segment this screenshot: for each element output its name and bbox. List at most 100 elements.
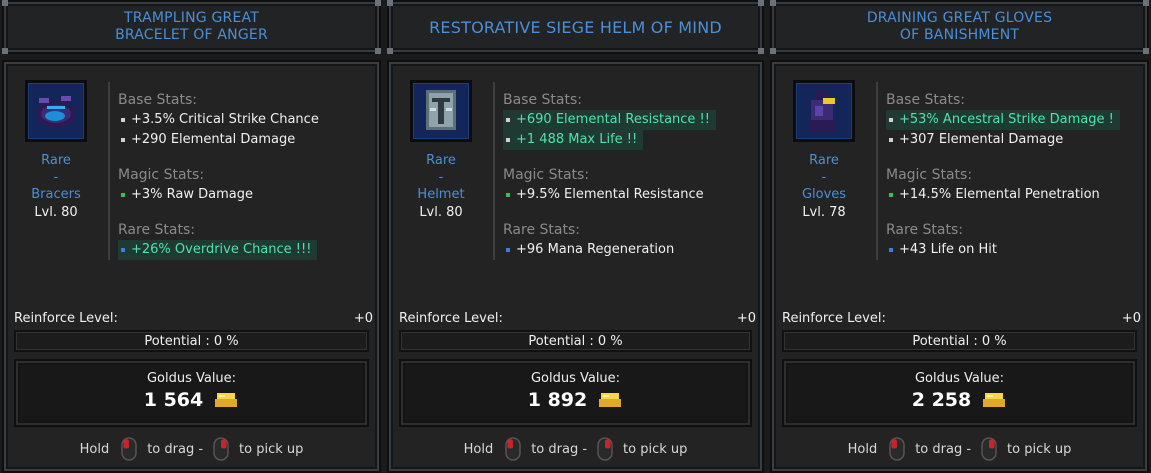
base-stats-header: Base Stats: [503, 92, 582, 108]
rarity-separator: - [53, 170, 59, 185]
base-stat-highlighted: +1 488 Max Life !! [503, 130, 644, 150]
magic-stat: +14.5% Elemental Penetration [886, 185, 1141, 205]
bullet-icon [506, 138, 510, 142]
magic-stats-header: Magic Stats: [118, 167, 205, 183]
goldus-value-panel: Goldus Value: 2 258 [782, 359, 1137, 427]
reinforce-label: Reinforce Level: [782, 311, 886, 326]
goldus-label: Goldus Value: [530, 371, 621, 386]
mouse-right-click-icon [597, 437, 613, 461]
reinforce-value: +0 [1121, 311, 1141, 326]
goldus-value-panel: Goldus Value: 1 564 [14, 359, 369, 427]
goldus-value-panel: Goldus Value: 1 892 [399, 359, 752, 427]
reinforce-row: Reinforce Level: +0 [782, 311, 1141, 326]
item-rarity: Rare [426, 153, 456, 168]
item-rarity: Rare [809, 153, 839, 168]
gloves-icon [797, 84, 851, 138]
controls-hint: Hold to drag - to pick up [4, 437, 379, 461]
goldus-label: Goldus Value: [146, 371, 237, 386]
item-type: Gloves [801, 187, 847, 202]
goldus-amount: 2 258 [911, 389, 972, 411]
item-summary: Rare - Helmet Lvl. 80 [409, 80, 473, 222]
bullet-icon [121, 118, 125, 122]
reinforce-label: Reinforce Level: [14, 311, 118, 326]
item-icon-slot[interactable] [793, 80, 855, 142]
item-title-panel: TRAMPLING GREAT BRACELET OF ANGER [2, 0, 381, 54]
item-summary: Rare - Gloves Lvl. 78 [792, 80, 856, 222]
item-tooltip-gloves: DRAINING GREAT GLOVES OF BANISHMENT Rare… [768, 0, 1151, 473]
bullet-icon [506, 193, 510, 197]
rarity-separator: - [438, 170, 444, 185]
item-icon-slot[interactable] [410, 80, 472, 142]
rare-stat: +96 Mana Regeneration [503, 240, 756, 260]
hint-pick: to pick up [1007, 441, 1072, 457]
divider [876, 82, 878, 260]
base-stat: +290 Elemental Damage [118, 130, 373, 150]
rare-stat: +43 Life on Hit [886, 240, 1141, 260]
hint-drag: to drag - [531, 441, 588, 457]
potential-text: Potential : 0 % [528, 333, 623, 349]
base-stat: +3.5% Critical Strike Chance [118, 110, 373, 130]
stats-list: Base Stats: +53% Ancestral Strike Damage… [886, 90, 1141, 260]
bullet-icon [506, 248, 510, 252]
item-tooltip-bracers: TRAMPLING GREAT BRACELET OF ANGER Rare -… [0, 0, 383, 473]
gold-bar-icon [599, 393, 622, 407]
reinforce-value: +0 [353, 311, 373, 326]
bullet-icon [121, 193, 125, 197]
stats-list: Base Stats: +3.5% Critical Strike Chance… [118, 90, 373, 260]
item-title: RESTORATIVE SIEGE HELM OF MIND [429, 17, 722, 37]
controls-hint: Hold to drag - to pick up [772, 437, 1147, 461]
controls-hint: Hold to drag - to pick up [389, 437, 762, 461]
reinforce-value: +0 [736, 311, 756, 326]
potential-bar: Potential : 0 % [14, 330, 369, 352]
bullet-icon [121, 248, 125, 252]
reinforce-label: Reinforce Level: [399, 311, 503, 326]
base-stat-highlighted: +690 Elemental Resistance !! [503, 110, 716, 130]
potential-text: Potential : 0 % [912, 333, 1007, 349]
item-title: TRAMPLING GREAT BRACELET OF ANGER [115, 10, 268, 43]
stats-list: Base Stats: +690 Elemental Resistance !!… [503, 90, 756, 260]
item-level: Lvl. 80 [419, 205, 463, 220]
hint-hold: Hold [79, 441, 110, 457]
gold-bar-icon [215, 393, 238, 407]
hint-pick: to pick up [623, 441, 688, 457]
magic-stat: +9.5% Elemental Resistance [503, 185, 756, 205]
mouse-left-click-icon [121, 437, 137, 461]
potential-text: Potential : 0 % [144, 333, 239, 349]
bullet-icon [889, 118, 893, 122]
item-level: Lvl. 80 [34, 205, 78, 220]
divider [108, 82, 110, 260]
mouse-right-click-icon [981, 437, 997, 461]
hint-hold: Hold [847, 441, 878, 457]
goldus-amount: 1 564 [143, 389, 204, 411]
item-details-panel: Rare - Helmet Lvl. 80 Base Stats: +690 E… [387, 60, 764, 473]
item-icon-slot[interactable] [25, 80, 87, 142]
magic-stats-header: Magic Stats: [503, 167, 590, 183]
helmet-icon [414, 84, 468, 138]
goldus-label: Goldus Value: [914, 371, 1005, 386]
base-stats-header: Base Stats: [886, 92, 965, 108]
item-summary: Rare - Bracers Lvl. 80 [24, 80, 88, 222]
bullet-icon [889, 138, 893, 142]
item-level: Lvl. 78 [802, 205, 846, 220]
item-type: Bracers [31, 187, 81, 202]
rare-stat-highlighted: +26% Overdrive Chance !!! [118, 240, 318, 260]
reinforce-row: Reinforce Level: +0 [399, 311, 756, 326]
rare-stats-header: Rare Stats: [503, 222, 580, 238]
item-title-panel: DRAINING GREAT GLOVES OF BANISHMENT [770, 0, 1149, 54]
rare-stats-header: Rare Stats: [886, 222, 963, 238]
gold-bar-icon [983, 393, 1006, 407]
item-tooltip-helmet: RESTORATIVE SIEGE HELM OF MIND Rare - He… [385, 0, 766, 473]
rarity-separator: - [821, 170, 827, 185]
item-details-panel: Rare - Bracers Lvl. 80 Base Stats: +3.5%… [2, 60, 381, 473]
bullet-icon [889, 248, 893, 252]
mouse-left-click-icon [889, 437, 905, 461]
mouse-left-click-icon [505, 437, 521, 461]
mouse-right-click-icon [213, 437, 229, 461]
bracers-icon [29, 84, 83, 138]
item-details-panel: Rare - Gloves Lvl. 78 Base Stats: +53% A… [770, 60, 1149, 473]
bullet-icon [121, 138, 125, 142]
rare-stats-header: Rare Stats: [118, 222, 195, 238]
item-rarity: Rare [41, 153, 71, 168]
hint-drag: to drag - [147, 441, 204, 457]
item-type: Helmet [417, 187, 465, 202]
